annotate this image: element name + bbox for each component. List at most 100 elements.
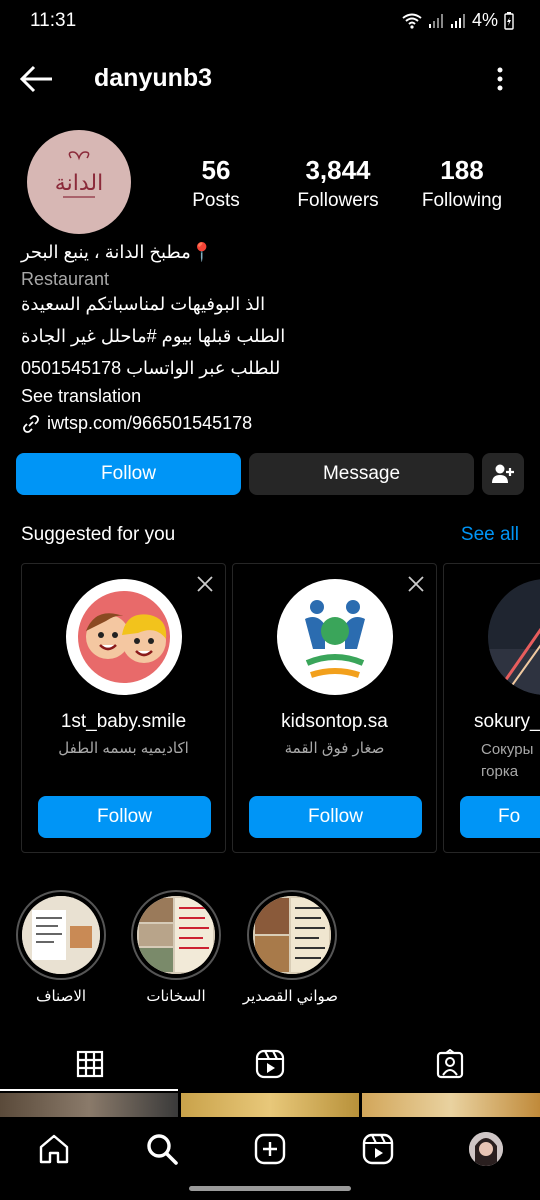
nav-search[interactable] bbox=[144, 1131, 180, 1167]
followers-count: 3,844 bbox=[305, 155, 371, 185]
suggestion-follow-button[interactable]: Follow bbox=[38, 796, 211, 838]
suggestion-card[interactable]: sokury_ Сокуры горка Fo bbox=[443, 563, 540, 853]
menu-card-icon bbox=[22, 896, 100, 974]
follow-button[interactable]: Follow bbox=[16, 453, 241, 495]
suggestion-fullname: صغار فوق القمة bbox=[284, 740, 385, 757]
warmers-collage-icon bbox=[137, 896, 215, 974]
tab-reels[interactable] bbox=[180, 1036, 360, 1092]
tab-posts-grid[interactable] bbox=[0, 1036, 180, 1092]
post-thumbnail[interactable] bbox=[181, 1093, 359, 1117]
battery-percent: 4% bbox=[471, 10, 498, 30]
svg-text:الدانة: الدانة bbox=[55, 171, 103, 196]
active-tab-indicator bbox=[0, 1089, 178, 1091]
following-count: 188 bbox=[440, 155, 484, 185]
status-time: 11:31 bbox=[30, 10, 77, 31]
highlight-cover bbox=[137, 896, 215, 974]
followers-label: Followers bbox=[297, 190, 379, 211]
see-translation-link[interactable]: See translation bbox=[21, 386, 141, 407]
see-all-link[interactable]: See all bbox=[461, 524, 519, 546]
bio-link[interactable]: iwtsp.com/966501545178 bbox=[21, 413, 252, 434]
restaurant-logo-icon: الدانة bbox=[55, 151, 103, 198]
top-bar: danyunb3 bbox=[0, 52, 540, 106]
user-avatar bbox=[469, 1132, 503, 1166]
status-bar: 11:31 4% bbox=[0, 0, 540, 42]
suggest-users-button[interactable] bbox=[482, 453, 524, 495]
highlight-label: صواني القصدير bbox=[242, 988, 338, 1005]
posts-grid bbox=[0, 1093, 540, 1117]
suggestion-username: kidsontop.sa bbox=[281, 711, 388, 732]
post-thumbnail[interactable] bbox=[362, 1093, 540, 1117]
bio-line-2: الطلب قبلها بيوم #ماحلل غير الجادة bbox=[21, 326, 286, 346]
bio-line-1: الذ البوفيهات لمناسباتكم السعيدة bbox=[21, 294, 266, 314]
suggestion-avatar[interactable] bbox=[488, 579, 540, 695]
kids-faces-icon bbox=[66, 579, 182, 695]
wifi-icon bbox=[402, 13, 422, 29]
back-button[interactable] bbox=[19, 64, 54, 94]
signal-icon-2 bbox=[450, 13, 465, 28]
highlight[interactable]: الاصناف bbox=[15, 890, 107, 1005]
suggested-title: Suggested for you bbox=[21, 524, 176, 545]
highlight-ring bbox=[247, 890, 337, 980]
highlight[interactable]: السخانات bbox=[130, 890, 222, 1005]
suggestion-card[interactable]: kidsontop.sa صغار فوق القمة Follow bbox=[232, 563, 437, 853]
bottom-navigation bbox=[0, 1117, 540, 1183]
close-icon[interactable] bbox=[406, 574, 426, 594]
suggestion-username: sokury_ bbox=[474, 711, 540, 732]
trays-collage-icon bbox=[253, 896, 331, 974]
post-thumbnail[interactable] bbox=[0, 1093, 178, 1117]
add-person-icon bbox=[492, 464, 514, 483]
highlight-ring bbox=[131, 890, 221, 980]
posts-label: Posts bbox=[192, 190, 240, 211]
nav-home[interactable] bbox=[36, 1131, 72, 1167]
suggestion-follow-button[interactable]: Fo bbox=[460, 796, 540, 838]
following-label: Following bbox=[421, 190, 503, 211]
reels-icon bbox=[255, 1049, 285, 1079]
highlight-ring bbox=[16, 890, 106, 980]
more-vertical-icon bbox=[497, 67, 503, 91]
highlight-cover bbox=[22, 896, 100, 974]
system-home-indicator[interactable] bbox=[189, 1186, 351, 1191]
suggestion-avatar[interactable] bbox=[66, 579, 182, 695]
grid-icon bbox=[76, 1050, 104, 1078]
signal-icon bbox=[428, 13, 443, 28]
link-icon bbox=[23, 414, 39, 433]
suggestion-avatar[interactable] bbox=[277, 579, 393, 695]
nav-reels[interactable] bbox=[360, 1131, 396, 1167]
profile-avatar[interactable]: الدانة bbox=[27, 130, 131, 234]
nav-profile[interactable] bbox=[468, 1131, 504, 1167]
suggestion-follow-button[interactable]: Follow bbox=[249, 796, 422, 838]
suggestion-fullname: اكاديميه بسمه الطفل bbox=[58, 740, 189, 757]
arrow-left-icon bbox=[19, 65, 52, 93]
kidsontop-logo-icon bbox=[277, 579, 393, 695]
search-icon bbox=[147, 1134, 178, 1165]
suggestion-fullname: Сокуры горка bbox=[481, 741, 534, 780]
reels-icon bbox=[362, 1133, 394, 1165]
avatar-photo-icon bbox=[469, 1132, 503, 1166]
suggestion-card[interactable]: 1st_baby.smile اكاديميه بسمه الطفل Follo… bbox=[21, 563, 226, 853]
close-icon[interactable] bbox=[195, 574, 215, 594]
following-stat[interactable]: 188 Following bbox=[414, 155, 510, 212]
bio-link-text: iwtsp.com/966501545178 bbox=[47, 413, 253, 433]
battery-charging-icon bbox=[504, 11, 514, 30]
bio-line-3: للطلب عبر الواتساب 0501545178 bbox=[21, 358, 281, 378]
tagged-user-icon bbox=[436, 1049, 464, 1079]
message-button[interactable]: Message bbox=[249, 453, 474, 495]
home-icon bbox=[39, 1134, 69, 1164]
more-options-button[interactable] bbox=[490, 64, 510, 94]
bio-name: 📍مطبخ الدانة ، ينبع البحر bbox=[21, 242, 214, 262]
profile-username: danyunb3 bbox=[94, 64, 213, 92]
posts-stat[interactable]: 56 Posts bbox=[180, 155, 252, 212]
nav-create[interactable] bbox=[252, 1131, 288, 1167]
posts-count: 56 bbox=[201, 155, 231, 185]
highlight[interactable]: صواني القصدير bbox=[242, 890, 338, 1005]
highlight-label: الاصناف bbox=[35, 988, 87, 1005]
suggestion-username: 1st_baby.smile bbox=[60, 711, 187, 732]
followers-stat[interactable]: 3,844 Followers bbox=[290, 155, 386, 212]
tab-tagged[interactable] bbox=[360, 1036, 540, 1092]
create-post-icon bbox=[254, 1133, 286, 1165]
bio-category: Restaurant bbox=[21, 269, 110, 289]
status-icons: 4% bbox=[402, 10, 514, 31]
highlight-label: السخانات bbox=[146, 988, 206, 1005]
profile-tabs bbox=[0, 1036, 540, 1092]
bridge-photo-icon bbox=[488, 579, 540, 695]
